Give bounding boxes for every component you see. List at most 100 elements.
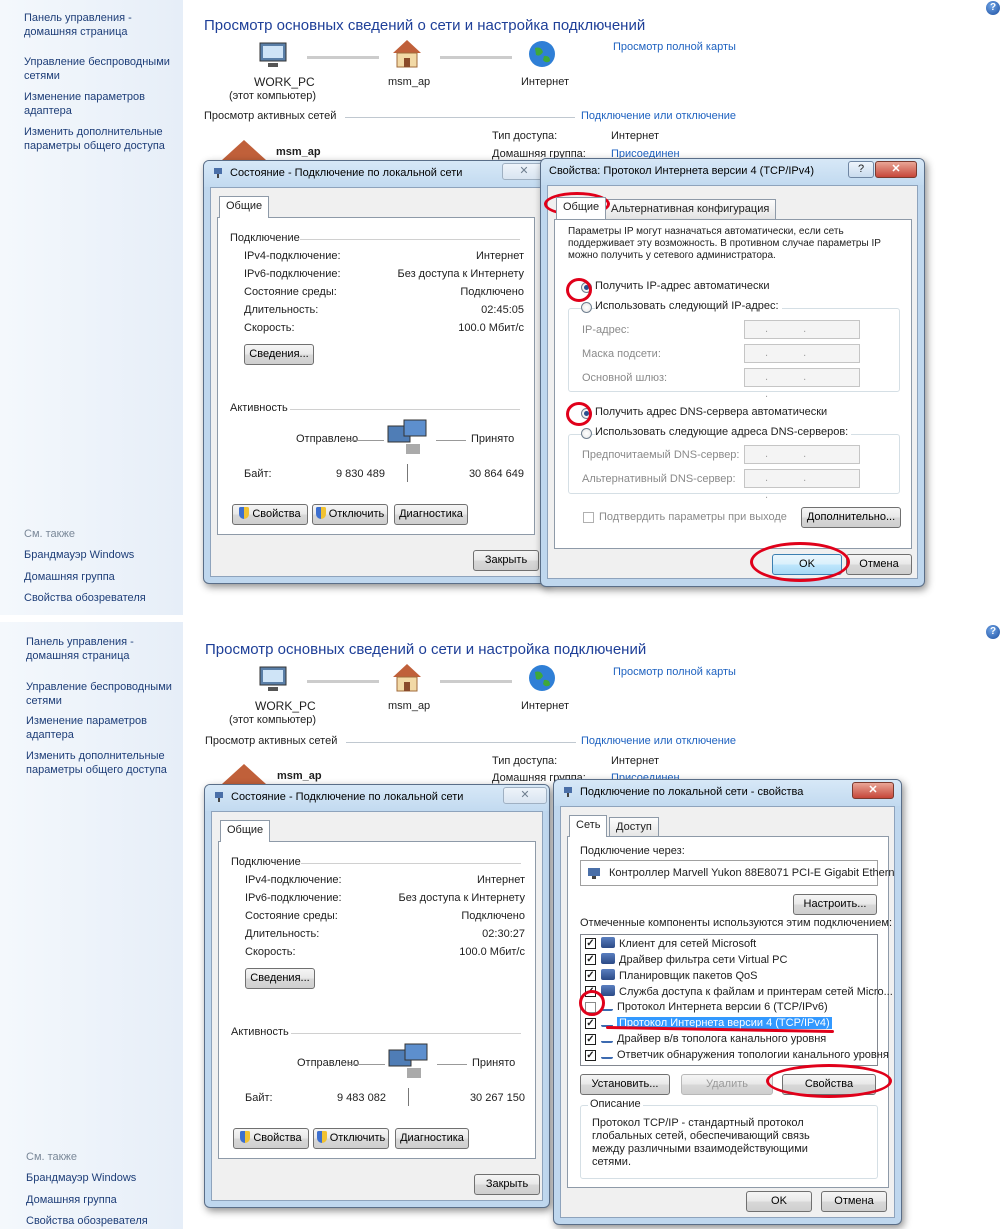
manual-dns-radio[interactable] (581, 428, 592, 439)
details-button[interactable]: Сведения... (244, 344, 314, 365)
install-button[interactable]: Установить... (580, 1074, 670, 1095)
sidebar-wireless-link[interactable]: Управление беспроводными сетями (26, 680, 178, 708)
activity-line (348, 440, 384, 441)
subnet-mask-field[interactable]: . . . (744, 344, 860, 376)
component-checkbox[interactable]: ✓ (585, 1034, 596, 1045)
list-item[interactable]: Протокол Интернета версии 6 (TCP/IPv6) (585, 1001, 828, 1016)
tab-general[interactable]: Общие (556, 197, 607, 219)
sidebar-home-link[interactable]: Панель управления - домашняя страница (24, 11, 176, 39)
manual-ip-radio[interactable] (581, 302, 592, 313)
network-name: msm_ap (277, 770, 322, 782)
sent-label: Отправлено (297, 1057, 360, 1069)
details-button[interactable]: Сведения... (245, 968, 315, 989)
cancel-button[interactable]: Отмена (821, 1191, 887, 1212)
preferred-dns-field[interactable]: . . . (744, 445, 860, 477)
browser-options-link[interactable]: Свойства обозревателя (26, 1215, 148, 1227)
properties-button[interactable]: Свойства (232, 504, 308, 525)
full-map-link[interactable]: Просмотр полной карты (613, 41, 736, 53)
tab-general[interactable]: Общие (219, 196, 270, 218)
window-title: Состояние - Подключение по локальной сет… (231, 791, 464, 803)
cancel-button[interactable]: Отмена (846, 554, 912, 575)
homegroup-link[interactable]: Домашняя группа (26, 1194, 117, 1206)
help-button[interactable]: ? (848, 161, 874, 178)
lan-properties-window: Подключение по локальной сети - свойства… (553, 779, 902, 1225)
list-item[interactable]: ✓ Драйвер в/в тополога канального уровня (585, 1033, 826, 1048)
sent-bytes-value: 9 830 489 (336, 468, 385, 480)
protocol-icon (601, 1035, 613, 1043)
connect-disconnect-link[interactable]: Подключение или отключение (581, 735, 736, 747)
component-checkbox[interactable]: ✓ (585, 954, 596, 965)
sidebar-sharing-link[interactable]: Изменить дополнительные параметры общего… (24, 125, 176, 153)
close-icon[interactable]: ✕ (503, 787, 547, 804)
preferred-dns-label: Предпочитаемый DNS-сервер: (582, 449, 740, 461)
list-item[interactable]: ✓ Ответчик обнаружения топологии канально… (585, 1049, 889, 1064)
help-icon[interactable]: ? (986, 1, 1000, 15)
connect-disconnect-link[interactable]: Подключение или отключение (581, 110, 736, 122)
service-icon (601, 985, 615, 996)
window-title: Состояние - Подключение по локальной сет… (230, 167, 463, 179)
browser-options-link[interactable]: Свойства обозревателя (24, 592, 146, 604)
full-map-link[interactable]: Просмотр полной карты (613, 666, 736, 678)
see-also-label: См. также (26, 1151, 77, 1163)
diagnose-button[interactable]: Диагностика (394, 504, 468, 525)
component-label: Ответчик обнаружения топологии канальног… (617, 1049, 889, 1061)
top-panel: Панель управления - домашняя страница Уп… (0, 0, 1000, 615)
list-item[interactable]: ✓ Планировщик пакетов QoS (585, 969, 758, 984)
bytes-label: Байт: (244, 468, 272, 480)
homegroup-link[interactable]: Домашняя группа (24, 571, 115, 583)
diagnose-button[interactable]: Диагностика (395, 1128, 469, 1149)
component-checkbox[interactable]: ✓ (585, 1050, 596, 1061)
components-list[interactable]: ✓ Клиент для сетей Microsoft ✓ Драйвер фил… (580, 934, 893, 1066)
advanced-button[interactable]: Дополнительно... (801, 507, 901, 528)
disable-button[interactable]: Отключить (313, 1128, 389, 1149)
alternate-dns-field[interactable]: . . . (744, 469, 860, 501)
sidebar-adapter-link[interactable]: Изменение параметров адаптера (24, 90, 176, 118)
ok-button[interactable]: OK (746, 1191, 812, 1212)
sidebar-sharing-link[interactable]: Изменить дополнительные параметры общего… (26, 749, 178, 777)
adapter-icon (588, 868, 600, 879)
list-item[interactable]: ✓ Служба доступа к файлам и принтерам сет… (585, 985, 893, 1000)
activity-line (436, 440, 466, 441)
ipv6-value: Без доступа к Интернету (398, 892, 525, 904)
ip-address-field[interactable]: . . . (744, 320, 860, 352)
validate-checkbox[interactable] (583, 512, 594, 523)
gateway-field[interactable]: . . . (744, 368, 860, 400)
component-checkbox[interactable]: ✓ (585, 938, 596, 949)
sidebar-wireless-link[interactable]: Управление беспроводными сетями (24, 55, 176, 83)
close-button[interactable]: Закрыть (474, 1174, 540, 1195)
globe-icon (529, 665, 555, 691)
disable-button[interactable]: Отключить (312, 504, 388, 525)
sidebar-home-link[interactable]: Панель управления - домашняя страница (26, 635, 178, 663)
properties-button[interactable]: Свойства (233, 1128, 309, 1149)
duration-label: Длительность: (244, 304, 319, 316)
speed-value: 100.0 Мбит/с (458, 322, 524, 334)
received-label: Принято (472, 1057, 516, 1069)
tab-alternate-config[interactable]: Альтернативная конфигурация (604, 199, 777, 219)
tab-access[interactable]: Доступ (609, 817, 659, 837)
tab-general[interactable]: Общие (220, 820, 271, 842)
sidebar-adapter-link[interactable]: Изменение параметров адаптера (26, 714, 178, 742)
list-item[interactable]: ✓ Драйвер фильтра сети Virtual PC (585, 953, 787, 968)
firewall-link[interactable]: Брандмауэр Windows (24, 549, 134, 561)
access-type-value: Интернет (611, 755, 659, 767)
component-checkbox[interactable]: ✓ (585, 1018, 596, 1029)
access-type-value: Интернет (611, 130, 659, 142)
highlight-circle (566, 402, 592, 426)
close-icon[interactable]: ✕ (852, 782, 894, 799)
close-icon[interactable]: ✕ (875, 161, 917, 178)
active-networks-label: Просмотр активных сетей (204, 110, 337, 122)
component-label: Служба доступа к файлам и принтерам сете… (619, 986, 893, 998)
configure-button[interactable]: Настроить... (793, 894, 877, 915)
firewall-link[interactable]: Брандмауэр Windows (26, 1172, 136, 1184)
computer-icon (259, 666, 287, 691)
close-button[interactable]: Закрыть (473, 550, 539, 571)
tab-network[interactable]: Сеть (569, 815, 608, 837)
list-item[interactable]: ✓ Клиент для сетей Microsoft (585, 937, 756, 952)
uninstall-button[interactable]: Удалить (681, 1074, 773, 1095)
media-state-value: Подключено (460, 286, 524, 298)
component-label: Драйвер фильтра сети Virtual PC (619, 954, 788, 966)
duration-label: Длительность: (245, 928, 320, 940)
help-icon[interactable]: ? (986, 625, 1000, 639)
internet-label: Интернет (521, 76, 569, 88)
component-checkbox[interactable]: ✓ (585, 970, 596, 981)
